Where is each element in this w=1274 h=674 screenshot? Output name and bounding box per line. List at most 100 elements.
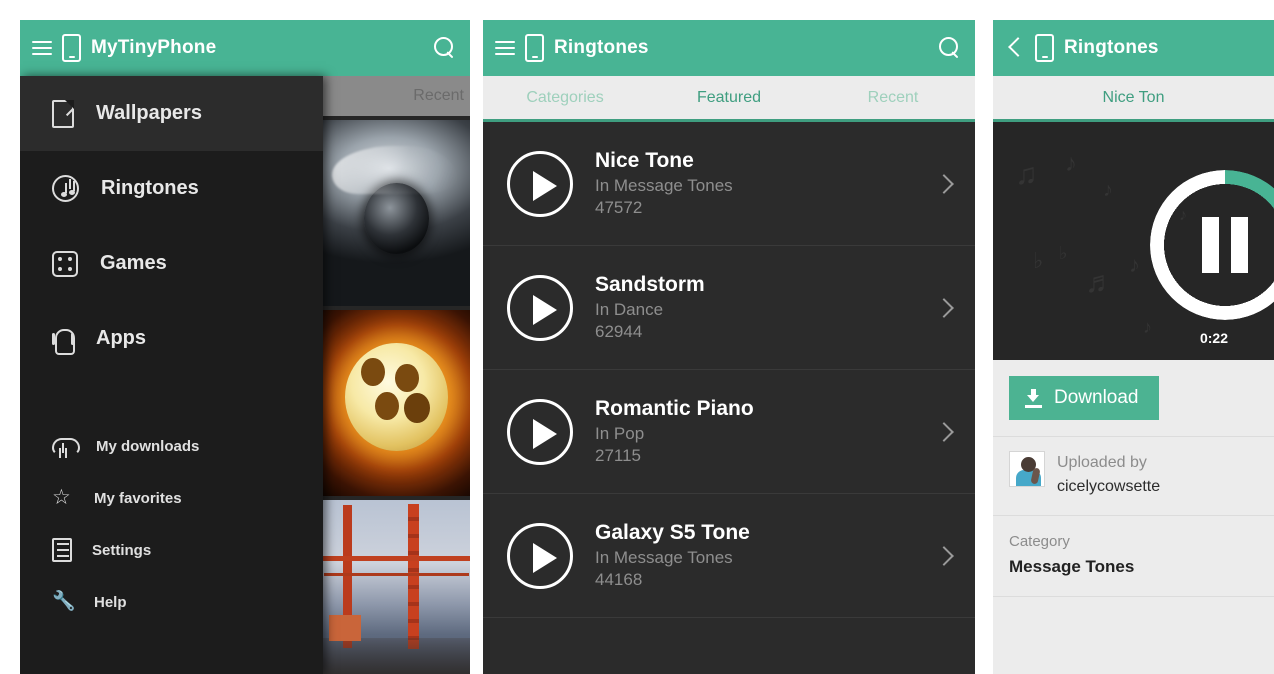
tab-recent[interactable]: Recent [811,76,975,119]
list-item-id: 47572 [595,197,643,217]
settings-list-icon [52,538,72,562]
play-icon[interactable] [507,522,573,589]
dice-icon [52,250,78,277]
background-tab-recent[interactable]: Recent [323,76,470,116]
detail-body: ♫ ♪ ♪ ♭ ♭ ♬ ♪ ♪ ♪ 0:22 [993,122,1274,674]
star-icon: ☆ [52,485,71,509]
audio-player[interactable]: ♫ ♪ ♪ ♭ ♭ ♬ ♪ ♪ ♪ 0:22 [993,122,1274,360]
category-section: Category Message Tones [993,516,1274,597]
phone-icon [62,34,81,62]
category-value[interactable]: Message Tones [1009,554,1274,580]
sports-car-wallpaper[interactable] [323,120,470,306]
playback-progress-ring [1150,170,1274,320]
screenshot-stage: MyTinyPhone Recent Wallpapers Ringtones … [0,0,1274,674]
android-icon [52,325,75,355]
search-icon[interactable] [434,37,456,59]
phone-icon [1035,34,1054,62]
music-note-circle-icon [52,175,79,202]
uploader-section: Uploaded by cicelycowsette [993,437,1274,516]
drawer-item-label: Settings [92,541,152,559]
nav-panel-body: Recent Wallpapers Ringtones Games Apps M… [20,76,470,674]
chevron-right-icon [934,297,954,318]
cloud-download-icon [52,436,80,456]
drawer-item-settings[interactable]: Settings [20,524,323,576]
list-item-id: 62944 [595,321,643,341]
list-item-subtitle: In Message Tones [595,547,733,567]
drawer-item-label: My downloads [96,437,200,455]
detail-appbar: Ringtones [993,20,1274,76]
playback-time: 0:22 [1199,330,1228,346]
download-button[interactable]: Download [1009,376,1159,420]
chevron-right-icon [934,421,954,442]
drawer-divider-space [20,376,323,420]
pause-icon[interactable] [1202,217,1248,273]
search-icon[interactable] [939,37,961,59]
chevron-right-icon [934,173,954,194]
list-item[interactable]: Galaxy S5 Tone In Message Tones 44168 [483,494,975,618]
tab-nice-tone[interactable]: Nice Ton [993,76,1274,119]
list-item[interactable]: Romantic Piano In Pop 27115 [483,370,975,494]
drawer-item-apps[interactable]: Apps [20,301,323,376]
list-item-text: Nice Tone In Message Tones 47572 [595,148,915,218]
category-label: Category [1009,533,1070,550]
list-item-title: Nice Tone [595,149,694,173]
list-item[interactable]: Sandstorm In Dance 62944 [483,246,975,370]
list-item-text: Sandstorm In Dance 62944 [595,272,915,342]
uploader-name[interactable]: cicelycowsette [1057,475,1160,499]
tab-featured[interactable]: Featured [647,76,811,119]
navigation-drawer: Wallpapers Ringtones Games Apps My downl… [20,76,323,674]
drawer-item-ringtones[interactable]: Ringtones [20,151,323,226]
tab-bar: Categories Featured Recent [483,76,975,122]
wallpaper-grid-background: Recent [323,76,470,674]
drawer-item-games[interactable]: Games [20,226,323,301]
drawer-item-my-favorites[interactable]: ☆ My favorites [20,472,323,524]
ringtone-list-panel: Ringtones Categories Featured Recent Nic… [483,20,975,674]
drawer-item-label: Apps [96,327,146,349]
play-icon[interactable] [507,274,573,341]
tab-categories[interactable]: Categories [483,76,647,119]
hamburger-icon[interactable] [32,40,52,56]
list-item-subtitle: In Message Tones [595,175,733,195]
phone-icon [525,34,544,62]
list-item-id: 27115 [595,445,642,465]
ringtone-list: Nice Tone In Message Tones 47572 Sandsto… [483,122,975,674]
chevron-right-icon [934,545,954,566]
download-zone: Download [993,360,1274,437]
detail-tab-bar: Nice Ton [993,76,1274,122]
list-item-title: Sandstorm [595,273,705,297]
ringtone-detail-panel: Ringtones Nice Ton ♫ ♪ ♪ ♭ ♭ ♬ ♪ ♪ ♪ [993,20,1274,674]
list-item-subtitle: In Dance [595,299,664,319]
drawer-item-help[interactable]: 🔧 Help [20,576,323,628]
page-title: Ringtones [1064,37,1159,58]
list-item-id: 44168 [595,569,643,589]
golden-gate-bridge-wallpaper[interactable] [323,500,470,674]
nav-appbar: MyTinyPhone [20,20,470,76]
list-item-title: Galaxy S5 Tone [595,521,750,545]
bridge-building [328,615,362,642]
uploader-text: Uploaded by cicelycowsette [1057,451,1160,499]
drawer-item-label: Help [94,593,127,611]
nav-drawer-panel: MyTinyPhone Recent Wallpapers Ringtones … [20,20,470,674]
play-icon[interactable] [507,398,573,465]
drawer-item-wallpapers[interactable]: Wallpapers [20,76,323,151]
avatar [1009,451,1045,487]
list-item[interactable]: Nice Tone In Message Tones 47572 [483,122,975,246]
download-button-label: Download [1054,387,1139,408]
page-title: Ringtones [554,37,649,58]
play-icon[interactable] [507,150,573,217]
app-title: MyTinyPhone [91,37,217,58]
drawer-item-label: My favorites [94,489,182,507]
download-icon [1025,388,1042,408]
back-chevron-icon[interactable] [1007,35,1025,61]
list-item-title: Romantic Piano [595,397,754,421]
list-appbar: Ringtones [483,20,975,76]
drawer-item-label: Games [100,252,167,274]
drawer-item-label: Ringtones [101,177,199,199]
hamburger-icon[interactable] [495,40,515,56]
list-item-text: Galaxy S5 Tone In Message Tones 44168 [595,520,915,590]
uploaded-by-label: Uploaded by [1057,454,1147,471]
drawer-item-label: Wallpapers [96,102,202,124]
flaming-football-wallpaper[interactable] [323,310,470,496]
document-icon [52,99,74,128]
drawer-item-my-downloads[interactable]: My downloads [20,420,323,472]
